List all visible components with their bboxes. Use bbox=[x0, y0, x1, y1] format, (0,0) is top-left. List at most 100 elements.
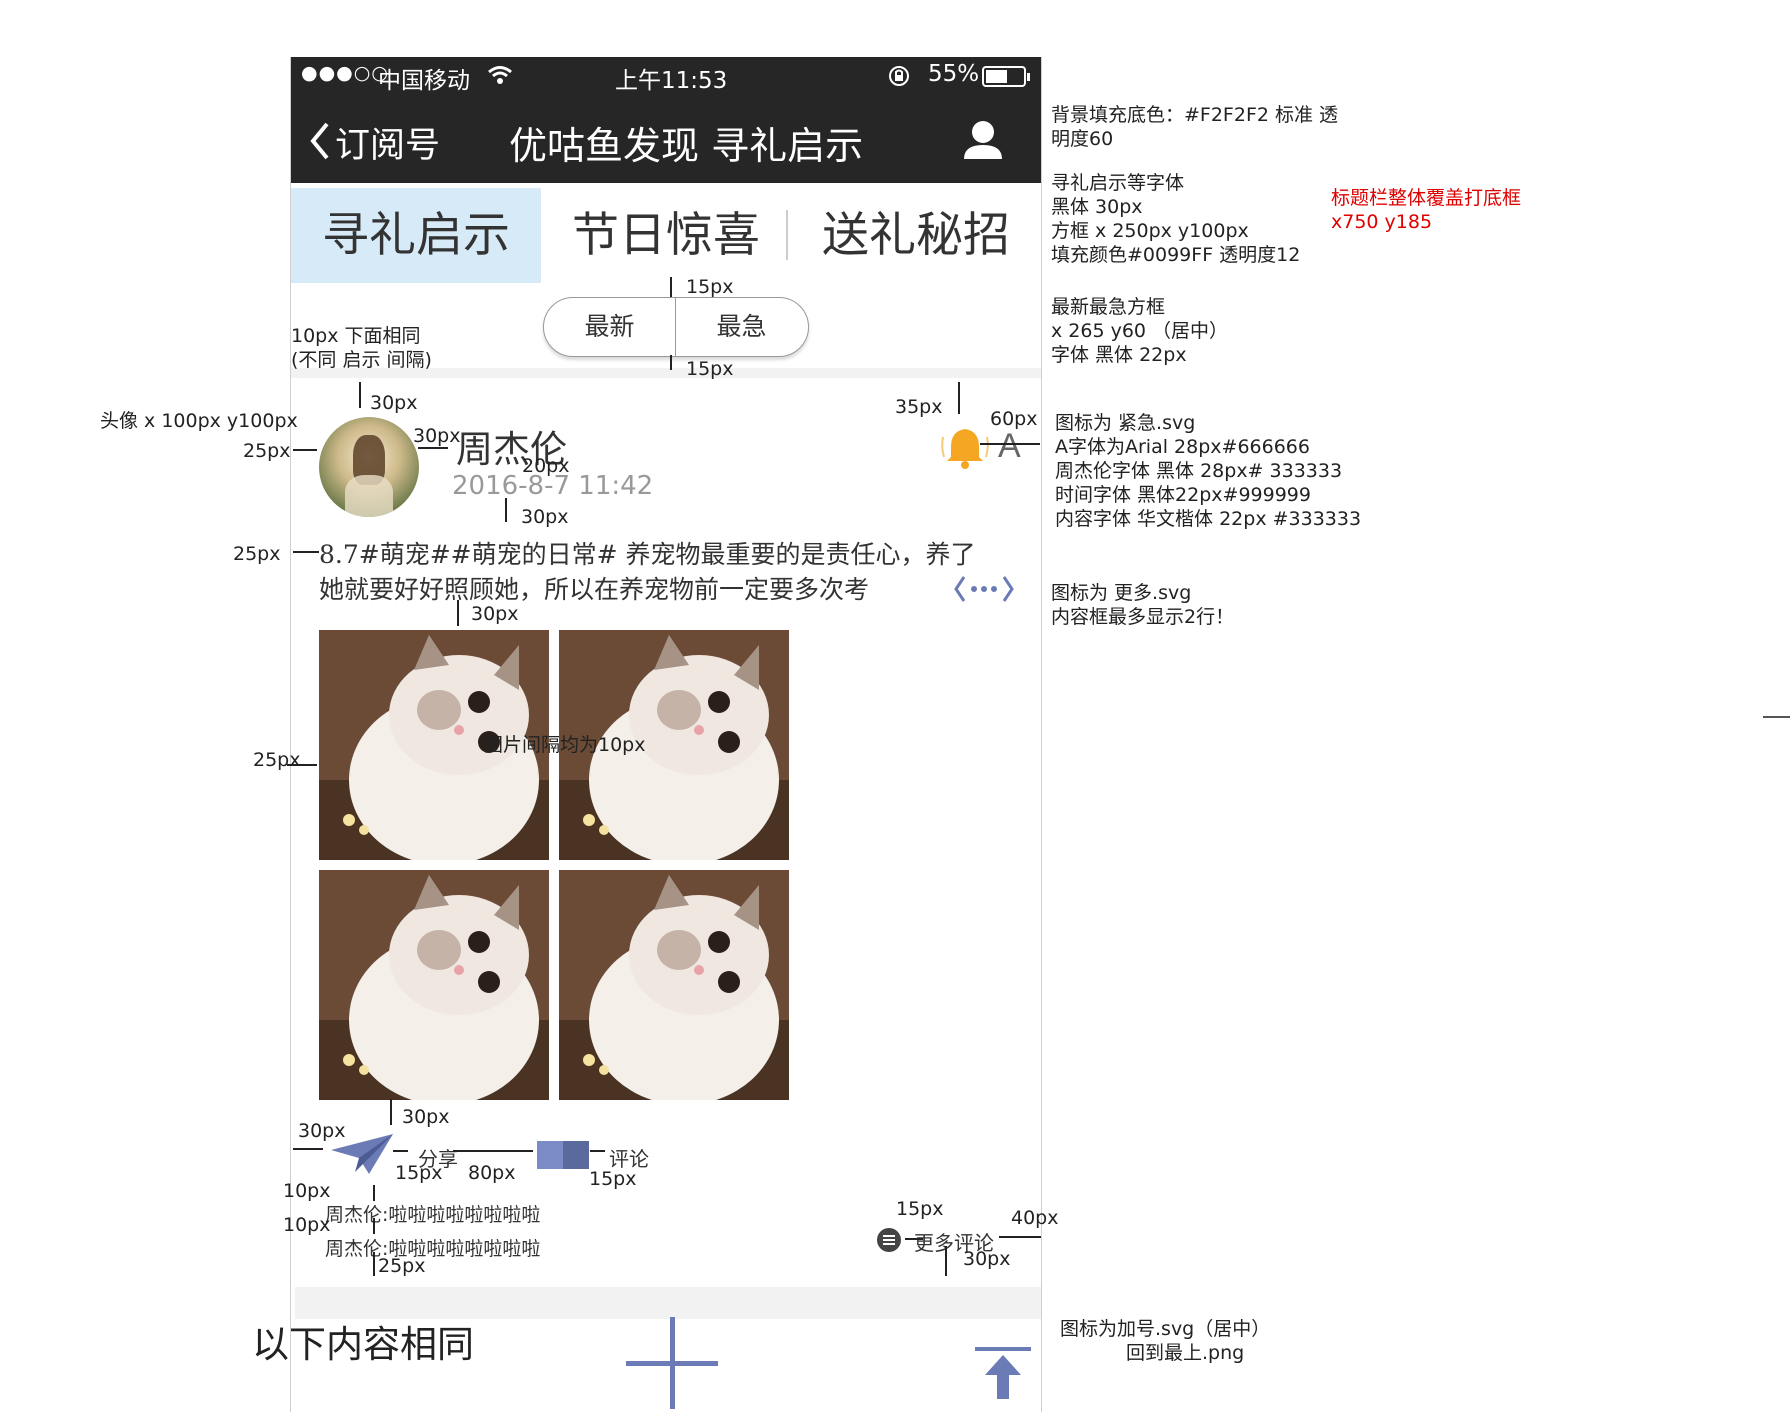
status-bar: ●●●○○ 中国移动 上午11:53 55% bbox=[291, 57, 1041, 97]
annotation-tab-font-3: 方框 x 250px y100px bbox=[1051, 220, 1249, 242]
carrier-label: 中国移动 bbox=[378, 68, 470, 94]
dim-15px-a: 15px bbox=[686, 276, 734, 298]
dim-line bbox=[359, 382, 361, 408]
annotation-plus-2: 回到最上.png bbox=[1126, 1342, 1245, 1364]
segment-urgent[interactable]: 最急 bbox=[676, 298, 807, 356]
dim-80px: 80px bbox=[468, 1162, 516, 1184]
dim-25px-c: 25px bbox=[253, 749, 301, 771]
annotation-icons-5: 内容字体 华文楷体 22px #333333 bbox=[1055, 508, 1362, 530]
status-time: 上午11:53 bbox=[615, 68, 728, 94]
battery-percent: 55% bbox=[928, 61, 980, 87]
dim-15px-c: 15px bbox=[395, 1162, 443, 1184]
annotation-gap10-1: 10px 下面相同 bbox=[291, 325, 421, 347]
annotation-more-2: 内容框最多显示2行！ bbox=[1051, 606, 1235, 628]
annotation-segment-3: 字体 黑体 22px bbox=[1051, 344, 1187, 366]
dim-15px-b: 15px bbox=[686, 358, 734, 380]
post-image-4[interactable] bbox=[559, 870, 789, 1100]
annotation-bg-2: 明度60 bbox=[1051, 128, 1114, 150]
segment-newest[interactable]: 最新 bbox=[544, 298, 675, 356]
comment-item-1: 周杰伦:啦啦啦啦啦啦啦啦 bbox=[325, 1204, 541, 1226]
dim-25px-b: 25px bbox=[233, 543, 281, 565]
dim-line bbox=[373, 1218, 375, 1234]
signal-strength: ●●●○○ bbox=[301, 62, 389, 84]
plus-icon[interactable] bbox=[626, 1317, 718, 1409]
back-button[interactable]: 订阅号 bbox=[335, 117, 440, 168]
post-content-line2: 她就要好好照顾她，所以在养宠物前一定要多次考 bbox=[319, 575, 870, 604]
bottom-note: 以下内容相同 bbox=[252, 1323, 474, 1366]
dim-15px-e: 15px bbox=[896, 1198, 944, 1220]
dim-line bbox=[457, 600, 459, 626]
annotation-avatar: 头像 x 100px y100px bbox=[100, 410, 298, 432]
dim-line bbox=[980, 443, 1040, 445]
annotation-segment-1: 最新最急方框 bbox=[1051, 296, 1166, 318]
annotation-tab-font-2: 黑体 30px bbox=[1051, 196, 1143, 218]
annotation-title-bar-1: 标题栏整体覆盖打底框 bbox=[1331, 187, 1522, 209]
dim-25px-d: 25px bbox=[378, 1255, 426, 1277]
bell-icon[interactable] bbox=[939, 425, 991, 471]
annotation-bg-1: 背景填充底色：#F2F2F2 标准 透 bbox=[1051, 104, 1339, 126]
post-content-line1: 8.7#萌宠##萌宠的日常# 养宠物最重要的是责任心，养了 bbox=[319, 540, 976, 569]
annotation-icons-2: A字体为Arial 28px#666666 bbox=[1055, 436, 1310, 458]
annotation-tab-font-1: 寻礼启示等字体 bbox=[1051, 172, 1185, 194]
tab-xunli[interactable]: 寻礼启示 bbox=[291, 188, 541, 283]
dim-30px-f: 30px bbox=[298, 1120, 346, 1142]
dim-line bbox=[958, 382, 960, 414]
dim-line bbox=[670, 277, 672, 297]
user-icon[interactable] bbox=[963, 119, 1003, 161]
dim-line bbox=[505, 498, 507, 522]
dim-20px: 20px bbox=[522, 455, 570, 477]
annotation-plus-1: 图标为加号.svg（居中） bbox=[1060, 1318, 1271, 1340]
dim-line bbox=[670, 355, 672, 370]
battery-icon bbox=[982, 66, 1030, 87]
sort-segment: 最新 最急 bbox=[543, 297, 809, 357]
edge-mark bbox=[1763, 716, 1790, 718]
dim-line bbox=[590, 1150, 605, 1152]
nav-bar: 订阅号 优咕鱼发现 寻礼启示 bbox=[291, 97, 1041, 183]
tab-divider bbox=[786, 210, 788, 260]
dim-line bbox=[453, 1150, 533, 1152]
more-icon[interactable] bbox=[954, 573, 1014, 605]
annotation-more-1: 图标为 更多.svg bbox=[1051, 582, 1192, 604]
annotation-icons-3: 周杰伦字体 黑体 28px# 333333 bbox=[1055, 460, 1343, 482]
annotation-tab-font-4: 填充颜色#0099FF 透明度12 bbox=[1051, 244, 1301, 266]
dim-15px-d: 15px bbox=[589, 1168, 637, 1190]
lock-rotation-icon bbox=[889, 66, 909, 86]
annotation-icons-1: 图标为 紧急.svg bbox=[1055, 412, 1196, 434]
annotation-title-bar-2: x750 y185 bbox=[1331, 211, 1433, 233]
back-chevron-icon[interactable] bbox=[309, 121, 331, 161]
urgent-letter: A bbox=[998, 427, 1021, 465]
dim-line bbox=[390, 1099, 392, 1125]
dim-30px-d: 30px bbox=[471, 603, 519, 625]
tab-jieri[interactable]: 节日惊喜 bbox=[541, 188, 791, 283]
dim-line bbox=[293, 551, 319, 553]
dim-10px-a: 10px bbox=[283, 1180, 331, 1202]
dim-10px-b: 10px bbox=[283, 1214, 331, 1236]
dim-line bbox=[905, 1238, 923, 1240]
annotation-icons-4: 时间字体 黑体22px#999999 bbox=[1055, 484, 1311, 506]
dim-30px-g: 30px bbox=[963, 1248, 1011, 1270]
wifi-icon bbox=[488, 66, 512, 84]
dim-line bbox=[945, 1246, 947, 1276]
dim-line bbox=[393, 1150, 408, 1152]
dim-30px-c: 30px bbox=[521, 506, 569, 528]
dim-60px: 60px bbox=[990, 408, 1038, 430]
dim-line bbox=[293, 449, 317, 451]
dim-30px-e: 30px bbox=[402, 1106, 450, 1128]
tab-songli[interactable]: 送礼秘招 bbox=[791, 188, 1041, 283]
comment-item-2: 周杰伦:啦啦啦啦啦啦啦啦 bbox=[325, 1238, 541, 1260]
images-gap-note: 图片间隔均为10px bbox=[484, 734, 646, 756]
dim-30px-a: 30px bbox=[370, 392, 418, 414]
dim-35px: 35px bbox=[895, 396, 943, 418]
dim-25px-a: 25px bbox=[243, 440, 291, 462]
menu-circle-icon[interactable] bbox=[876, 1227, 902, 1253]
dim-line bbox=[373, 1185, 375, 1201]
post-image-3[interactable] bbox=[319, 870, 549, 1100]
comment-book-icon[interactable] bbox=[537, 1139, 589, 1171]
dim-line bbox=[293, 1148, 323, 1150]
dim-30px-b: 30px bbox=[413, 425, 461, 447]
dim-line bbox=[373, 1252, 375, 1276]
dim-40px: 40px bbox=[1011, 1207, 1059, 1229]
avatar[interactable] bbox=[319, 417, 419, 517]
back-to-top-icon[interactable] bbox=[975, 1347, 1031, 1399]
annotation-segment-2: x 265 y60 （居中） bbox=[1051, 320, 1229, 342]
